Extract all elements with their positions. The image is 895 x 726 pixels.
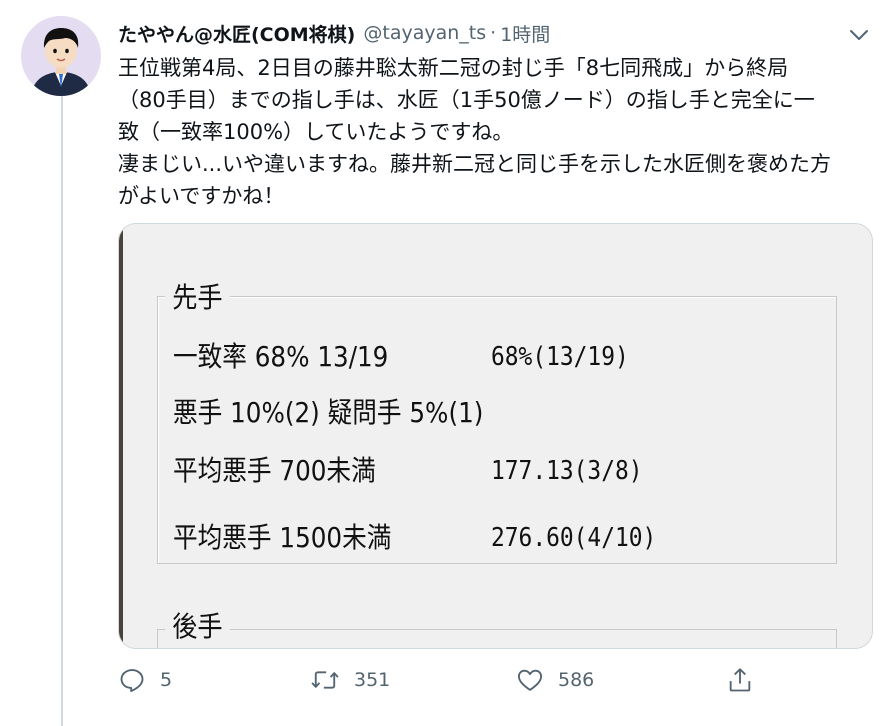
reply-count: 5 [160,669,173,691]
tweet-text: 王位戦第4局、2日目の藤井聡太新二冠の封じ手「8七同飛成」から終局 （80手目）… [118,52,878,212]
window-edge [119,224,123,648]
separator-dot: · [490,22,497,44]
tweet-text-line: 王位戦第4局、2日目の藤井聡太新二冠の封じ手「8七同飛成」から終局 [118,56,789,80]
tweet-actions: 5 351 586 [118,660,758,700]
stat-row-avg-bad-700: 平均悪手 700未満 [173,454,376,487]
tweet-text-line: がよいですかね！ [118,184,285,208]
stat-row-match-rate: 一致率 68% 13/19 [173,340,389,373]
share-button[interactable] [726,660,754,700]
tweet-text-line: 致（一致率100%）していたようですね。 [118,120,514,144]
stat-value-avg-bad-1500: 276.60(4/10) [491,523,657,553]
stat-value-match-rate: 68%(13/19) [491,342,629,372]
stat-row-avg-bad-1500: 平均悪手 1500未満 [173,521,392,554]
stat-row-bad-moves: 悪手 10%(2) 疑問手 5%(1) [173,396,484,429]
retweet-icon [311,671,339,689]
avatar[interactable] [21,16,101,96]
tweet-header: たややん@水匠(COM将棋) @tayayan_ts · 1時間 [118,18,550,48]
heart-icon [517,669,543,691]
tweet-text-line: 凄まじい...いや違いますね。藤井新二冠と同じ手を示した水匠側を褒めた方 [118,152,832,176]
gote-groupbox [157,629,837,648]
like-count: 586 [558,669,595,691]
sente-label: 先手 [165,280,230,316]
gote-label: 後手 [165,609,230,645]
retweet-count: 351 [354,669,391,691]
tweet-media-image[interactable]: 先手 一致率 68% 13/19 68%(13/19) 悪手 10%(2) 疑問… [118,223,873,649]
tweet-text-line: （80手目）までの指し手は、水匠（1手50億ノード）の指し手と完全に一 [118,88,815,112]
stat-value-avg-bad-700: 177.13(3/8) [491,456,643,486]
retweet-button[interactable]: 351 [310,660,390,700]
thread-line [61,96,63,726]
avatar-image [21,16,101,96]
share-icon [729,668,751,692]
user-handle[interactable]: @tayayan_ts [363,22,486,44]
timestamp[interactable]: 1時間 [500,20,550,47]
display-name[interactable]: たややん@水匠(COM将棋) [118,20,355,47]
like-button[interactable]: 586 [516,660,594,700]
chevron-down-icon [850,30,868,40]
reply-icon [120,669,144,693]
more-options-button[interactable] [846,22,872,48]
reply-button[interactable]: 5 [118,660,172,700]
